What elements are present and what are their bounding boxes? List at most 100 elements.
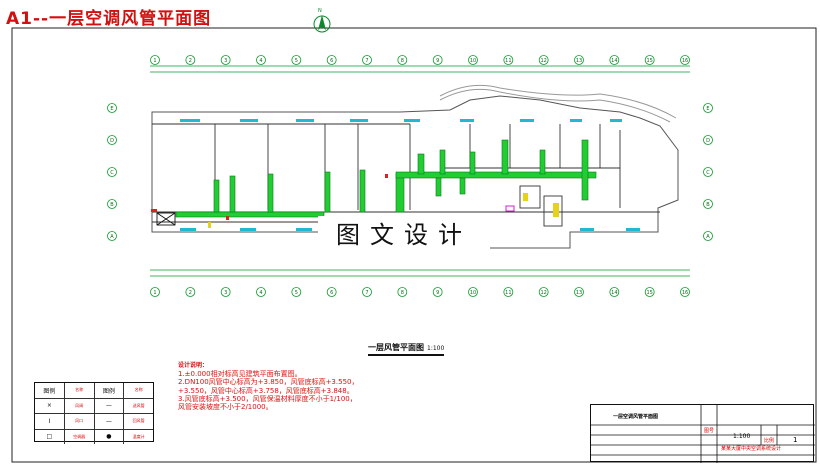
grid-bubble-right: C [703,167,713,177]
grid-bubble-top: 8 [397,55,408,65]
plan-scale: 1:100 [427,345,445,352]
axis-label: B [706,202,710,208]
air-handling-unit-icon [156,212,176,226]
legend-cell: 图例 [95,383,125,398]
grid-bubble-right: A [703,231,713,241]
legend-row: × 风阀 — 送风管 [35,398,153,414]
watermark: 图文设计 [318,216,490,254]
grid-bubble-top: 7 [362,55,372,65]
legend-cell: ● [95,429,125,444]
axis-label: 8 [401,58,404,64]
axis-label: 12 [540,290,546,296]
grid-bubble-bottom: 2 [185,287,196,297]
grid-bubble-left: A [107,231,117,241]
legend-cell: 图例 [35,383,65,398]
legend-cell: 风阀 [65,398,95,413]
grid-axis-right: E D C B A [703,103,713,241]
axis-label: 2 [189,58,192,64]
axis-label: 15 [646,290,652,296]
legend-cell: 名称 [65,383,95,398]
north-arrow-icon [313,15,331,33]
legend-cell: 温度计 [132,433,145,439]
axis-label: 7 [365,58,368,64]
axis-label: D [706,138,710,144]
grid-bubble-top: 5 [291,55,302,65]
axis-label: 8 [401,290,404,296]
grid-axis-top: 1 2 3 4 5 6 7 8 9 10 11 12 13 14 15 16 [150,55,690,65]
grid-bubble-right: E [703,103,713,113]
grid-bubble-right: B [703,199,713,209]
grid-bubble-top: 3 [220,55,231,65]
legend-cell: 送风管 [132,402,145,408]
grid-bubble-top: 16 [680,55,690,65]
grid-bubble-bottom: 1 [150,287,160,297]
notes-line: 风管安装坡度不小于2/1000。 [178,403,273,412]
grid-bubble-top: 2 [185,55,196,65]
grid-bubble-top: 11 [503,55,514,65]
grid-bubble-right: D [703,135,713,145]
grid-bubble-top: 4 [256,55,266,65]
grid-bubble-left: C [107,167,117,177]
title-block: 一层空调风管平面图 图号 比例 1:100 1 某某大厦中央空调系统设计 [590,404,815,463]
grid-bubble-bottom: 6 [326,287,337,297]
grid-bubble-bottom: 13 [574,287,584,297]
legend-cell: — [95,398,125,413]
grid-bubble-bottom: 8 [397,287,408,297]
grid-bubble-bottom: 16 [680,287,690,297]
axis-label: 6 [330,58,333,64]
grid-bubble-bottom: 10 [468,287,478,297]
legend-cell: × [35,398,65,413]
legend-row: 图例 名称 图例 名称 [35,383,153,399]
axis-label: 2 [189,290,192,296]
grid-bubble-top: 6 [326,55,337,65]
supply-air-duct [175,139,597,218]
axis-label: 11 [505,58,511,64]
axis-label: D [110,138,114,144]
axis-label: 15 [646,58,652,64]
notes-line: 2.DN100风管中心标高为+3.850，风管底标高+3.550， [178,378,359,387]
grid-bubble-bottom: 4 [256,287,266,297]
plan-caption-text: 一层风管平面图 [368,343,424,352]
axis-label: 4 [259,290,262,296]
axis-label: 10 [470,58,476,64]
grid-bubble-bottom: 9 [432,287,443,297]
axis-label: 6 [330,290,333,296]
legend-row: I 风口 — 回风管 [35,414,153,430]
axis-label: 11 [505,290,511,296]
axis-label: 9 [436,290,439,296]
plan-caption: 一层风管平面图 1:100 [368,342,445,356]
title-block-label-scale: 比例 [764,438,775,444]
axis-label: E [706,106,709,112]
grid-bubble-bottom: 3 [220,287,231,297]
grid-bubble-bottom: 11 [503,287,514,297]
axis-label: 1 [153,58,156,64]
axis-label: 9 [436,58,439,64]
axis-label: 12 [540,58,546,64]
axis-label: 16 [682,290,688,296]
axis-label: A [706,234,710,240]
grid-bubble-bottom: 7 [362,287,372,297]
title-block-drawing-name: 一层空调风管平面图 [613,414,659,420]
grid-bubble-bottom: 12 [538,287,549,297]
axis-label: 13 [576,290,582,296]
design-notes: 设计说明： 1.±0.000相对标高见建筑平面布置图。 2.DN100风管中心标… [178,362,358,411]
north-label: N [318,8,322,14]
title-block-scale: 1:100 [733,433,751,440]
legend-cell: □ [35,429,65,444]
axis-label: 14 [611,290,617,296]
grid-bubble-top: 13 [574,55,584,65]
legend-cell: 空调器 [65,429,95,444]
axis-label: 5 [295,290,298,296]
grid-bubble-left: D [107,135,117,145]
grid-bubble-top: 15 [644,55,655,65]
grid-bubble-bottom: 14 [609,287,620,297]
axis-label: B [110,202,114,208]
legend-cell: 风口 [65,414,95,429]
title-block-project: 某某大厦中央空调系统设计 [721,446,782,452]
axis-label: E [110,106,113,112]
notes-line: +3.550，风管中心标高+3.758，风管底标高+3.848。 [178,386,354,395]
grid-bubble-bottom: 15 [644,287,655,297]
axis-label: C [706,170,710,176]
grid-bubble-left: E [107,103,117,113]
legend-cell: I [35,414,65,429]
